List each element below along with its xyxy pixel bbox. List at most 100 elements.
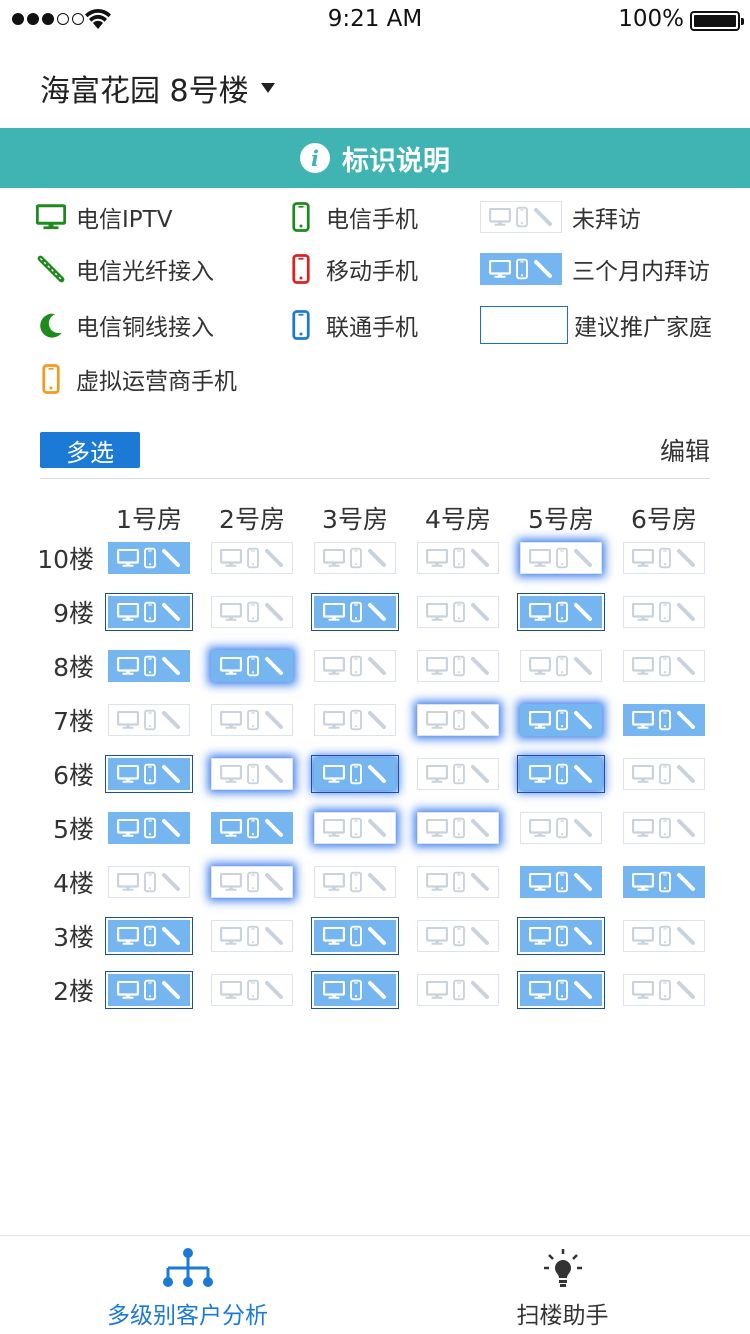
status-bar: 9:21 AM 100% bbox=[0, 0, 750, 40]
tv-icon bbox=[528, 549, 551, 567]
room-header: 6号房 bbox=[631, 505, 697, 534]
line-icon bbox=[265, 711, 284, 729]
room-cell[interactable] bbox=[520, 650, 602, 682]
room-cell[interactable] bbox=[105, 593, 193, 631]
phone-icon bbox=[144, 709, 156, 731]
room-cell[interactable] bbox=[623, 758, 705, 790]
divider bbox=[40, 478, 710, 479]
room-cell[interactable] bbox=[517, 917, 605, 955]
tv-icon bbox=[631, 873, 654, 891]
room-cell[interactable] bbox=[517, 755, 605, 793]
room-cell[interactable] bbox=[417, 542, 499, 574]
phone-icon bbox=[144, 871, 156, 893]
room-cell[interactable] bbox=[311, 593, 399, 631]
room-cell[interactable] bbox=[417, 812, 499, 844]
room-cell[interactable] bbox=[211, 920, 293, 952]
room-cell[interactable] bbox=[623, 704, 705, 736]
phone-icon bbox=[144, 979, 156, 1001]
room-cell[interactable] bbox=[314, 650, 396, 682]
room-cell[interactable] bbox=[623, 920, 705, 952]
suggest-sample bbox=[480, 306, 568, 344]
room-cell[interactable] bbox=[108, 704, 190, 736]
room-cell[interactable] bbox=[417, 596, 499, 628]
tv-icon bbox=[425, 549, 448, 567]
phone-icon bbox=[350, 979, 362, 1001]
room-cell[interactable] bbox=[311, 755, 399, 793]
room-cell[interactable] bbox=[211, 812, 293, 844]
phone-icon bbox=[659, 601, 671, 623]
line-icon bbox=[677, 657, 696, 675]
tv-icon bbox=[116, 657, 139, 675]
room-cell[interactable] bbox=[311, 971, 399, 1009]
phone-icon bbox=[453, 925, 465, 947]
room-cell[interactable] bbox=[417, 866, 499, 898]
room-cell[interactable] bbox=[314, 866, 396, 898]
room-cell[interactable] bbox=[105, 971, 193, 1009]
tv-icon bbox=[631, 549, 654, 567]
room-cell[interactable] bbox=[108, 812, 190, 844]
room-cell[interactable] bbox=[105, 917, 193, 955]
room-cell[interactable] bbox=[417, 920, 499, 952]
line-icon bbox=[162, 765, 181, 783]
phone-icon bbox=[144, 925, 156, 947]
tab-label: 多级别客户分析 bbox=[107, 1303, 268, 1329]
phone-icon bbox=[350, 871, 362, 893]
room-cell[interactable] bbox=[623, 974, 705, 1006]
room-cell[interactable] bbox=[417, 758, 499, 790]
room-cell[interactable] bbox=[211, 974, 293, 1006]
battery-icon bbox=[690, 11, 744, 31]
room-header: 3号房 bbox=[322, 505, 388, 534]
room-cell[interactable] bbox=[211, 596, 293, 628]
room-cell[interactable] bbox=[517, 971, 605, 1009]
phone-icon bbox=[286, 202, 316, 232]
room-cell[interactable] bbox=[211, 542, 293, 574]
line-icon bbox=[368, 873, 387, 891]
room-cell[interactable] bbox=[417, 974, 499, 1006]
legend-item: 电信手机 bbox=[286, 197, 418, 237]
legend-banner[interactable]: i 标识说明 bbox=[0, 128, 750, 188]
room-cell[interactable] bbox=[211, 758, 293, 790]
room-cell[interactable] bbox=[623, 650, 705, 682]
edit-button[interactable]: 编辑 bbox=[660, 432, 710, 468]
multi-select-button[interactable]: 多选 bbox=[40, 432, 140, 468]
room-cell[interactable] bbox=[520, 542, 602, 574]
phone-icon bbox=[453, 655, 465, 677]
room-cell[interactable] bbox=[623, 542, 705, 574]
room-cell[interactable] bbox=[311, 917, 399, 955]
tab-building-assistant[interactable]: 扫楼助手 bbox=[375, 1236, 750, 1334]
room-cell[interactable] bbox=[108, 542, 190, 574]
room-cell[interactable] bbox=[211, 704, 293, 736]
room-header: 1号房 bbox=[116, 505, 182, 534]
room-cell[interactable] bbox=[623, 596, 705, 628]
legend-item: 电信IPTV bbox=[36, 197, 172, 237]
room-cell[interactable] bbox=[520, 812, 602, 844]
room-cell[interactable] bbox=[417, 650, 499, 682]
room-cell[interactable] bbox=[211, 650, 293, 682]
line-icon bbox=[574, 819, 593, 837]
room-cell[interactable] bbox=[417, 704, 499, 736]
phone-icon bbox=[350, 763, 362, 785]
room-cell[interactable] bbox=[517, 593, 605, 631]
copper-icon bbox=[36, 310, 66, 340]
room-cell[interactable] bbox=[623, 866, 705, 898]
room-cell[interactable] bbox=[520, 704, 602, 736]
room-cell[interactable] bbox=[314, 812, 396, 844]
phone-icon bbox=[659, 709, 671, 731]
room-cell[interactable] bbox=[314, 542, 396, 574]
room-cell[interactable] bbox=[105, 755, 193, 793]
room-cell[interactable] bbox=[623, 812, 705, 844]
tv-icon bbox=[528, 981, 551, 999]
tv-icon bbox=[219, 711, 242, 729]
room-cell[interactable] bbox=[108, 650, 190, 682]
phone-icon bbox=[556, 979, 568, 1001]
tab-customer-analysis[interactable]: 多级别客户分析 bbox=[0, 1236, 375, 1334]
line-icon bbox=[368, 819, 387, 837]
tv-icon bbox=[528, 711, 551, 729]
room-cell[interactable] bbox=[314, 704, 396, 736]
tv-icon bbox=[219, 549, 242, 567]
room-cell[interactable] bbox=[211, 866, 293, 898]
line-icon bbox=[471, 819, 490, 837]
room-cell[interactable] bbox=[108, 866, 190, 898]
building-selector[interactable]: 海富花园 8号楼 bbox=[40, 66, 275, 110]
room-cell[interactable] bbox=[520, 866, 602, 898]
